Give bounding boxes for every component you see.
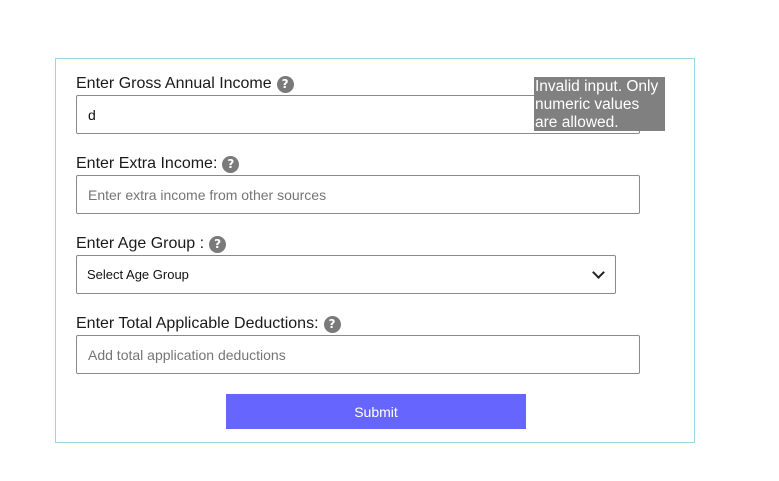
deductions-label: Enter Total Applicable Deductions: [76,315,319,332]
gross-income-label-row: Enter Gross Annual Income ? [76,75,294,93]
extra-income-input[interactable] [76,175,640,214]
age-group-label: Enter Age Group : [76,235,205,252]
gross-income-label: Enter Gross Annual Income [76,75,272,92]
question-circle-icon[interactable]: ? [222,155,240,173]
question-circle-icon[interactable]: ? [209,235,227,253]
age-group-selected-value: Select Age Group [87,267,189,282]
submit-button[interactable]: Submit [226,394,526,429]
question-circle-icon[interactable]: ? [276,75,294,93]
deductions-label-row: Enter Total Applicable Deductions: ? [76,315,341,333]
tax-form-card: Enter Gross Annual Income ? Invalid inpu… [55,58,695,443]
extra-income-label: Enter Extra Income: [76,155,218,172]
chevron-down-icon [592,266,605,279]
age-group-label-row: Enter Age Group : ? [76,235,227,253]
deductions-input[interactable] [76,335,640,374]
error-tooltip: Invalid input. Only numeric values are a… [534,77,665,131]
age-group-select[interactable]: Select Age Group [76,255,616,294]
extra-income-label-row: Enter Extra Income: ? [76,155,240,173]
question-circle-icon[interactable]: ? [323,315,341,333]
